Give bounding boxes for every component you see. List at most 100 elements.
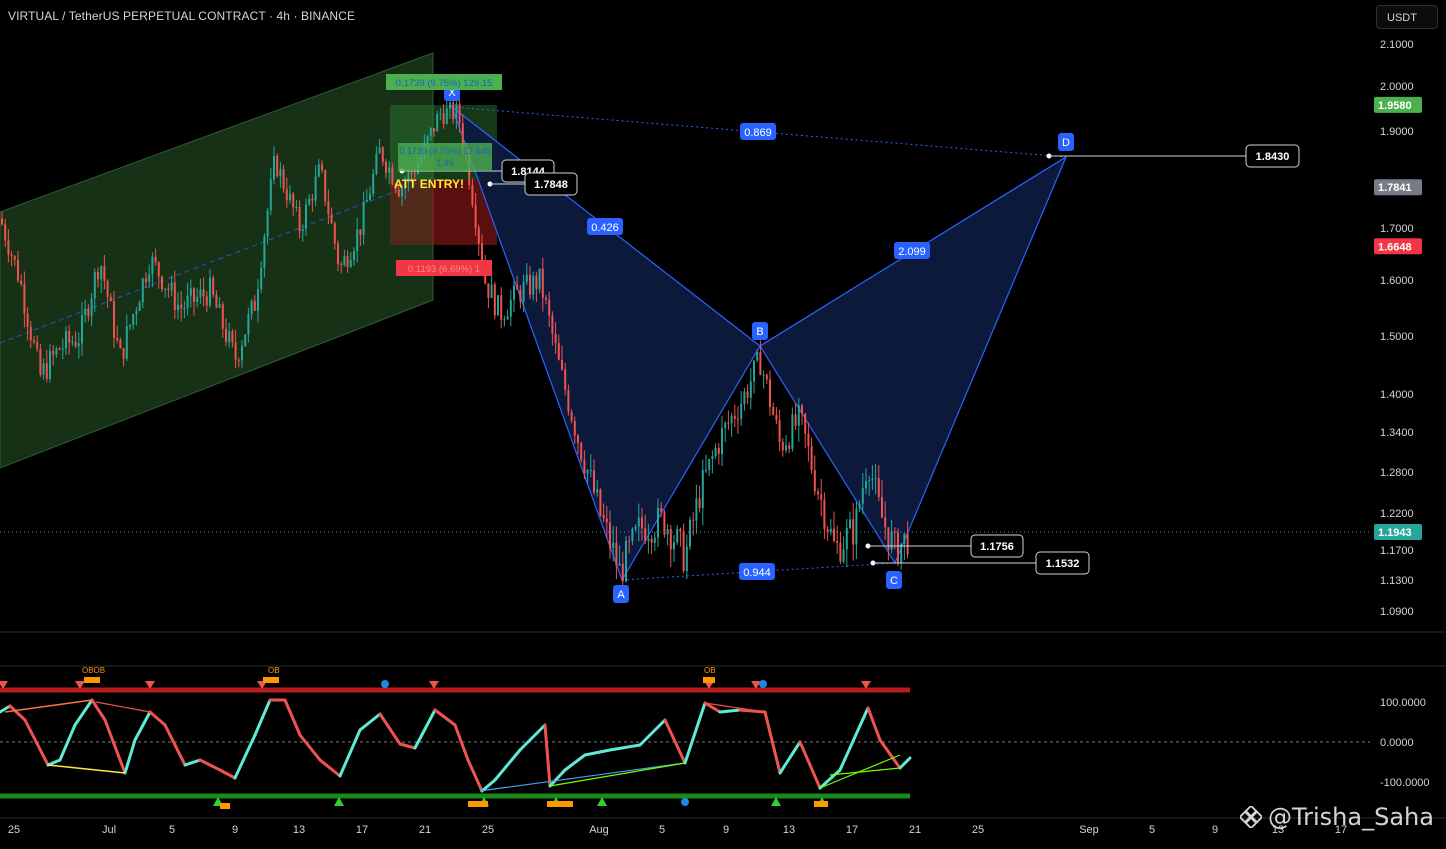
candle[interactable] xyxy=(749,367,752,410)
ratio-label-ac[interactable]: 0.944 xyxy=(739,563,775,580)
candle[interactable] xyxy=(244,334,247,348)
candle[interactable] xyxy=(487,283,490,309)
candle[interactable] xyxy=(836,525,839,554)
candle[interactable] xyxy=(788,441,791,454)
candle[interactable] xyxy=(785,435,787,453)
candle[interactable] xyxy=(503,315,506,327)
candle[interactable] xyxy=(775,407,778,425)
candle[interactable] xyxy=(804,412,807,449)
candle[interactable] xyxy=(855,501,858,560)
candle[interactable] xyxy=(820,478,823,517)
price-badge[interactable]: 1.6648 xyxy=(1374,238,1422,255)
chart-workspace[interactable]: OBOB OB OB X A B C D 0.869 0.426 2.099 0.944 1.8144… xyxy=(0,0,1446,844)
candle[interactable] xyxy=(778,409,781,452)
candle[interactable] xyxy=(212,275,215,298)
candle[interactable] xyxy=(852,503,855,561)
currency-selector-button[interactable]: USDT xyxy=(1376,5,1438,29)
candle[interactable] xyxy=(733,404,736,428)
candle[interactable] xyxy=(506,309,509,320)
time-axis[interactable]: 25 Jul 5 9 13 17 21 25 Aug 5 9 13 17 21 25 Sep 5 9 13 17 xyxy=(8,824,1347,836)
candle[interactable] xyxy=(829,519,832,536)
candle[interactable] xyxy=(737,406,739,434)
candle[interactable] xyxy=(493,281,496,320)
candle[interactable] xyxy=(580,441,583,463)
candle[interactable] xyxy=(509,289,512,327)
candle[interactable] xyxy=(701,459,704,526)
price-badge[interactable]: 1.1943 xyxy=(1374,524,1422,541)
candle[interactable] xyxy=(497,294,499,316)
oscillator-series[interactable] xyxy=(0,698,912,793)
candle[interactable] xyxy=(676,525,679,546)
price-badge[interactable]: 1.9580 xyxy=(1374,96,1422,113)
candle[interactable] xyxy=(746,384,749,405)
candle[interactable] xyxy=(765,373,768,384)
candle[interactable] xyxy=(714,443,717,459)
candle[interactable] xyxy=(900,543,903,570)
price-axis[interactable]: 2.1000 2.0000 1.9000 1.7000 1.6000 1.5000 1.40… xyxy=(1374,39,1422,618)
candle[interactable] xyxy=(490,275,493,298)
candle[interactable] xyxy=(650,535,653,555)
chart-canvas[interactable]: OBOB OB OB XABCD0.8690.4262.0990.9441.8144… xyxy=(0,0,1446,844)
candle[interactable] xyxy=(724,420,727,443)
ratio-label-bd[interactable]: 2.099 xyxy=(894,242,930,259)
candle[interactable] xyxy=(730,412,733,437)
candle[interactable] xyxy=(826,526,829,541)
candle[interactable] xyxy=(708,458,711,476)
candle[interactable] xyxy=(705,454,707,474)
candle[interactable] xyxy=(599,488,602,518)
candle[interactable] xyxy=(845,519,848,568)
candle[interactable] xyxy=(823,492,826,540)
candle[interactable] xyxy=(839,531,842,565)
candle[interactable] xyxy=(682,523,685,574)
candle[interactable] xyxy=(666,523,669,546)
ratio-label-ab[interactable]: 0.426 xyxy=(587,218,623,235)
candle[interactable] xyxy=(842,536,845,564)
candle[interactable] xyxy=(817,488,819,500)
pattern-point-a[interactable]: A xyxy=(613,585,629,603)
candle[interactable] xyxy=(794,402,797,431)
pattern-xab-triangle[interactable] xyxy=(450,105,761,582)
candle[interactable] xyxy=(849,511,851,530)
candle[interactable] xyxy=(276,153,279,178)
candle[interactable] xyxy=(897,528,899,566)
ascending-channel[interactable] xyxy=(0,52,434,469)
candle[interactable] xyxy=(743,387,746,411)
candle[interactable] xyxy=(711,450,714,474)
candle[interactable] xyxy=(721,415,723,467)
candle[interactable] xyxy=(781,437,784,457)
candle[interactable] xyxy=(791,407,794,452)
candle[interactable] xyxy=(653,531,656,551)
candle[interactable] xyxy=(772,402,775,416)
candle[interactable] xyxy=(689,516,691,550)
candle[interactable] xyxy=(669,524,672,568)
candle[interactable] xyxy=(477,224,480,256)
candle[interactable] xyxy=(887,527,890,561)
candle[interactable] xyxy=(500,287,503,329)
candle[interactable] xyxy=(762,370,765,389)
candle[interactable] xyxy=(673,534,675,562)
candle[interactable] xyxy=(833,511,835,543)
price-callout[interactable]: 1.8430 xyxy=(1046,144,1300,168)
candle[interactable] xyxy=(807,422,810,462)
pattern-bcd-triangle[interactable] xyxy=(759,155,1068,565)
oscillator-axis[interactable]: 100.0000 0.0000 -100.0000 xyxy=(1380,697,1430,789)
candle[interactable] xyxy=(698,485,701,513)
price-badge[interactable]: 1.7841 xyxy=(1374,179,1422,196)
candle[interactable] xyxy=(813,455,816,496)
candle[interactable] xyxy=(625,536,627,583)
candle[interactable] xyxy=(903,533,906,561)
pattern-point-d[interactable]: D xyxy=(1058,133,1074,151)
candle[interactable] xyxy=(810,437,813,474)
candle[interactable] xyxy=(695,484,698,534)
pattern-point-c[interactable]: C xyxy=(886,571,902,589)
candle[interactable] xyxy=(753,360,755,394)
ratio-label-xb[interactable]: 0.869 xyxy=(740,123,776,140)
candle[interactable] xyxy=(324,169,327,206)
candle[interactable] xyxy=(39,343,42,377)
candle[interactable] xyxy=(717,443,720,465)
candle[interactable] xyxy=(740,391,743,426)
candle[interactable] xyxy=(685,534,688,580)
pattern-point-b[interactable]: B xyxy=(752,322,768,340)
candle[interactable] xyxy=(769,370,771,416)
candle[interactable] xyxy=(727,410,730,430)
